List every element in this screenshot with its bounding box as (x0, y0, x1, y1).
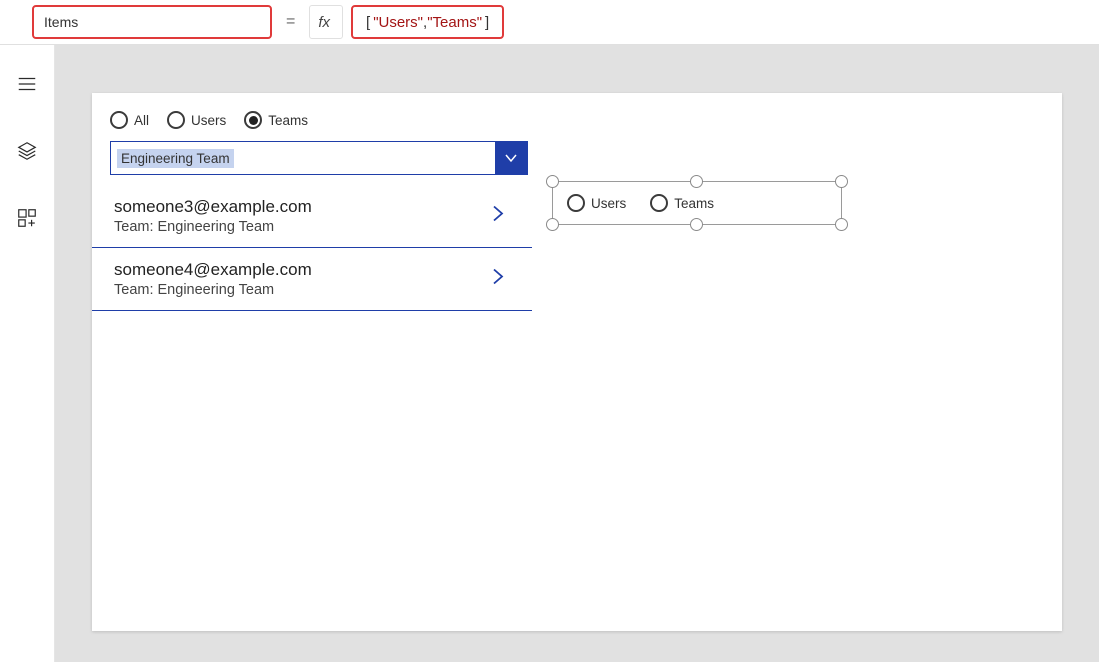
chevron-right-icon (488, 267, 508, 292)
list-item[interactable]: someone4@example.com Team: Engineering T… (92, 247, 532, 311)
results-list: someone3@example.com Team: Engineering T… (92, 185, 532, 311)
menu-icon[interactable] (16, 73, 38, 100)
team-dropdown[interactable]: Engineering Team (110, 141, 528, 175)
formula-input[interactable]: [ "Users" , "Teams" ] (351, 5, 504, 39)
radio-users[interactable]: Users (567, 194, 626, 212)
filter-radio-group: All Users Teams (110, 111, 1044, 129)
formula-bar: Items = fx [ "Users" , "Teams" ] (0, 0, 1099, 45)
fx-label: fx (318, 14, 330, 31)
formula-token-string: "Teams" (427, 14, 482, 31)
resize-handle-s[interactable] (690, 218, 703, 231)
radio-icon (650, 194, 668, 212)
equals-label: = (280, 13, 301, 31)
resize-handle-sw[interactable] (546, 218, 559, 231)
resize-handle-nw[interactable] (546, 175, 559, 188)
list-item-subtitle: Team: Engineering Team (114, 219, 510, 235)
app-canvas[interactable]: All Users Teams Engineering Team (92, 93, 1062, 631)
radio-label: Teams (674, 196, 714, 211)
radio-label: Users (591, 196, 626, 211)
resize-handle-n[interactable] (690, 175, 703, 188)
radio-icon (567, 194, 585, 212)
canvas-area[interactable]: All Users Teams Engineering Team (55, 45, 1099, 662)
radio-all[interactable]: All (110, 111, 149, 129)
list-item-title: someone3@example.com (114, 197, 510, 217)
property-selector[interactable]: Items (32, 5, 272, 39)
radio-users[interactable]: Users (167, 111, 226, 129)
list-item-subtitle: Team: Engineering Team (114, 282, 510, 298)
workspace: All Users Teams Engineering Team (0, 45, 1099, 662)
radio-label: Users (191, 113, 226, 128)
property-selector-label: Items (44, 14, 78, 30)
layers-icon[interactable] (16, 140, 38, 167)
radio-teams[interactable]: Teams (244, 111, 308, 129)
list-item-title: someone4@example.com (114, 260, 510, 280)
chevron-down-icon (495, 142, 527, 174)
chevron-right-icon (488, 204, 508, 229)
list-item[interactable]: someone3@example.com Team: Engineering T… (92, 185, 532, 247)
left-rail (0, 45, 55, 662)
resize-handle-se[interactable] (835, 218, 848, 231)
fx-button[interactable]: fx (309, 5, 343, 39)
radio-icon (110, 111, 128, 129)
selected-radio-control[interactable]: Users Teams (552, 181, 842, 225)
formula-token-open: [ (366, 14, 370, 31)
radio-teams[interactable]: Teams (650, 194, 714, 212)
insert-icon[interactable] (16, 207, 38, 234)
radio-label: Teams (268, 113, 308, 128)
radio-icon-selected (244, 111, 262, 129)
radio-label: All (134, 113, 149, 128)
formula-token-string: "Users" (373, 14, 423, 31)
radio-icon (167, 111, 185, 129)
dropdown-selected: Engineering Team (117, 149, 234, 168)
resize-handle-ne[interactable] (835, 175, 848, 188)
formula-token-close: ] (485, 14, 489, 31)
